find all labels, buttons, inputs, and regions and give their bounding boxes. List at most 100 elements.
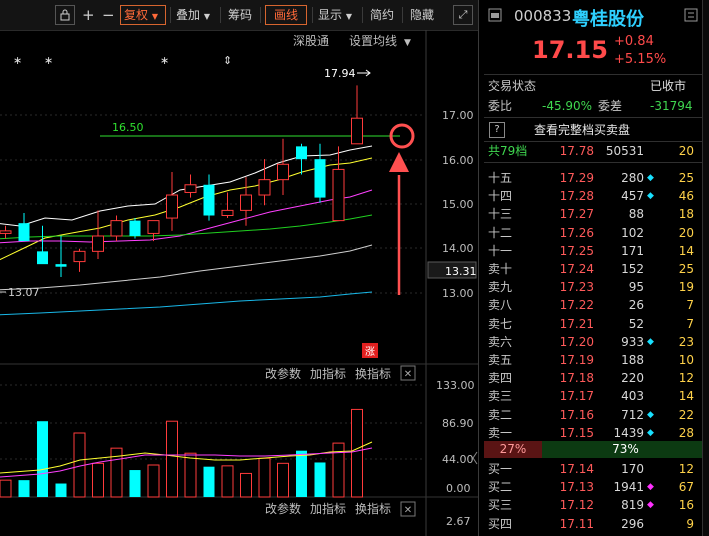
order-ratio-row: 委比 -45.90% 委差 -31794	[484, 97, 709, 115]
kline-chart[interactable]: 深股通 设置均线 ▼ ∗ ∗ ∗ ⇕ 16.50 17.94 13.07 涨 1…	[0, 30, 478, 536]
hide-button[interactable]: 隐藏	[410, 5, 434, 25]
tray-icon[interactable]	[488, 8, 502, 25]
order-row[interactable]: 十三 17.27 88 18	[484, 205, 709, 223]
y-tick: 14.00	[442, 242, 474, 255]
volume-bar	[129, 470, 141, 497]
candle[interactable]	[221, 209, 234, 216]
candle[interactable]	[166, 194, 178, 219]
candle[interactable]	[55, 264, 67, 267]
ma-setting-button[interactable]: 设置均线	[349, 34, 397, 48]
side-tab-strip[interactable]	[702, 0, 709, 536]
candle[interactable]	[37, 251, 48, 265]
zoom-in-icon[interactable]: +	[82, 5, 95, 25]
order-row[interactable]: 卖八 17.22 26 7	[484, 296, 709, 314]
swap-indicator-button[interactable]: 换指标	[355, 366, 391, 381]
chevron-down-icon: ▼	[203, 12, 210, 21]
help-icon[interactable]: ?	[489, 122, 505, 138]
display-dropdown[interactable]: 显示 ▼	[318, 5, 352, 25]
candle[interactable]	[110, 220, 123, 237]
order-row[interactable]: 卖十 17.24 152 25	[484, 260, 709, 278]
add-indicator-button[interactable]: 加指标	[310, 366, 346, 381]
zoom-out-icon[interactable]: −	[102, 5, 115, 25]
candle[interactable]	[0, 230, 12, 234]
candle[interactable]	[351, 117, 363, 145]
candle[interactable]	[332, 168, 345, 222]
more-icon[interactable]	[684, 8, 698, 25]
order-row[interactable]: 十五 17.29 280 ◆ 25	[484, 169, 709, 187]
order-row[interactable]: 卖一 17.15 1439 ◆ 28	[484, 424, 709, 442]
order-row[interactable]: 卖三 17.17 403 14	[484, 387, 709, 405]
simple-mode-button[interactable]: 简约	[370, 5, 394, 25]
candle[interactable]	[129, 220, 141, 236]
candle[interactable]	[73, 250, 86, 263]
full-book-link[interactable]: 查看完整档买卖盘	[534, 121, 630, 139]
stock-code: 000833	[514, 7, 572, 25]
order-level-label: 买一	[488, 462, 513, 476]
order-count: 25	[678, 171, 694, 185]
last-price: 17.15	[532, 36, 608, 64]
chart-toolbar: + − 复权 ▼ 叠加 ▼ 筹码 画线 显示 ▼ 简约 隐藏 ⤢	[0, 0, 478, 31]
order-price: 17.18	[559, 371, 594, 386]
candle[interactable]	[258, 179, 271, 196]
order-price: 17.22	[559, 298, 594, 313]
candle[interactable]	[203, 184, 215, 216]
candle[interactable]	[184, 184, 197, 193]
swap-indicator-button-2[interactable]: 换指标	[355, 501, 391, 516]
order-row[interactable]: 卖七 17.21 52 7	[484, 315, 709, 333]
order-row[interactable]: 卖二 17.16 712 ◆ 22	[484, 406, 709, 424]
candle[interactable]	[277, 163, 289, 181]
order-row[interactable]: 十一 17.25 171 14	[484, 242, 709, 260]
order-row[interactable]: 十四 17.28 457 ◆ 46	[484, 187, 709, 205]
expand-icon[interactable]: ⤢	[453, 5, 473, 25]
order-row[interactable]: 买三 17.12 819 ◆ 16	[484, 496, 709, 514]
change-param-button[interactable]: 改参数	[265, 366, 301, 381]
candle[interactable]	[92, 235, 104, 252]
volume-bar	[314, 462, 326, 497]
candle[interactable]	[147, 220, 160, 234]
candle[interactable]	[240, 194, 252, 211]
candle[interactable]	[314, 159, 326, 198]
connect-label: 深股通	[293, 34, 329, 48]
candle[interactable]	[18, 223, 30, 242]
chips-button[interactable]: 筹码	[228, 5, 252, 25]
overlay-dropdown[interactable]: 叠加 ▼	[176, 5, 210, 25]
order-row[interactable]: 卖六 17.20 933 ◆ 23	[484, 333, 709, 351]
lock-icon[interactable]	[55, 5, 75, 25]
order-level-label: 卖一	[488, 425, 513, 440]
trade-status-value: 已收市	[650, 79, 687, 93]
collapse-arrow-icon[interactable]	[472, 451, 478, 465]
order-volume: 933	[621, 334, 644, 349]
volume-bar	[0, 479, 12, 498]
draw-line-button[interactable]: 画线	[265, 5, 307, 25]
restore-rights-dropdown[interactable]: 复权 ▼	[120, 5, 166, 25]
order-row[interactable]: 卖五 17.19 188 10	[484, 351, 709, 369]
order-row[interactable]: 十二 17.26 102 20	[484, 224, 709, 242]
add-indicator-button-2[interactable]: 加指标	[310, 501, 346, 516]
order-volume: 1439	[613, 425, 644, 440]
volume-bar	[240, 472, 252, 498]
change-param-button-2[interactable]: 改参数	[265, 501, 301, 516]
restore-rights-label: 复权	[124, 8, 149, 22]
order-price: 17.15	[559, 425, 594, 440]
levels-volume: 50531	[605, 144, 644, 158]
order-level-label: 卖十	[488, 262, 513, 276]
volume-bar	[296, 450, 307, 497]
change-dot-icon: ◆	[647, 500, 654, 511]
full-book-row[interactable]: ? 查看完整档买卖盘	[484, 121, 709, 139]
order-count: 18	[678, 207, 694, 222]
order-price: 17.24	[559, 262, 594, 276]
candle[interactable]	[296, 146, 307, 160]
order-row[interactable]: 买二 17.13 1941 ◆ 67	[484, 478, 709, 496]
order-row[interactable]: 买一 17.14 170 12	[484, 460, 709, 478]
order-row[interactable]: 卖九 17.23 95 19	[484, 278, 709, 296]
y-tick: 17.00	[442, 109, 474, 122]
order-ratio-value: -45.90%	[542, 99, 593, 113]
volume-bar	[221, 465, 234, 498]
y-tick: 15.00	[442, 198, 474, 211]
order-price: 17.29	[559, 171, 594, 185]
order-volume: 712	[621, 407, 644, 422]
order-volume: 102	[621, 225, 644, 240]
order-row[interactable]: 卖四 17.18 220 12	[484, 369, 709, 387]
order-row[interactable]: 买四 17.11 296 9	[484, 515, 709, 533]
order-level-label: 十二	[488, 225, 513, 240]
